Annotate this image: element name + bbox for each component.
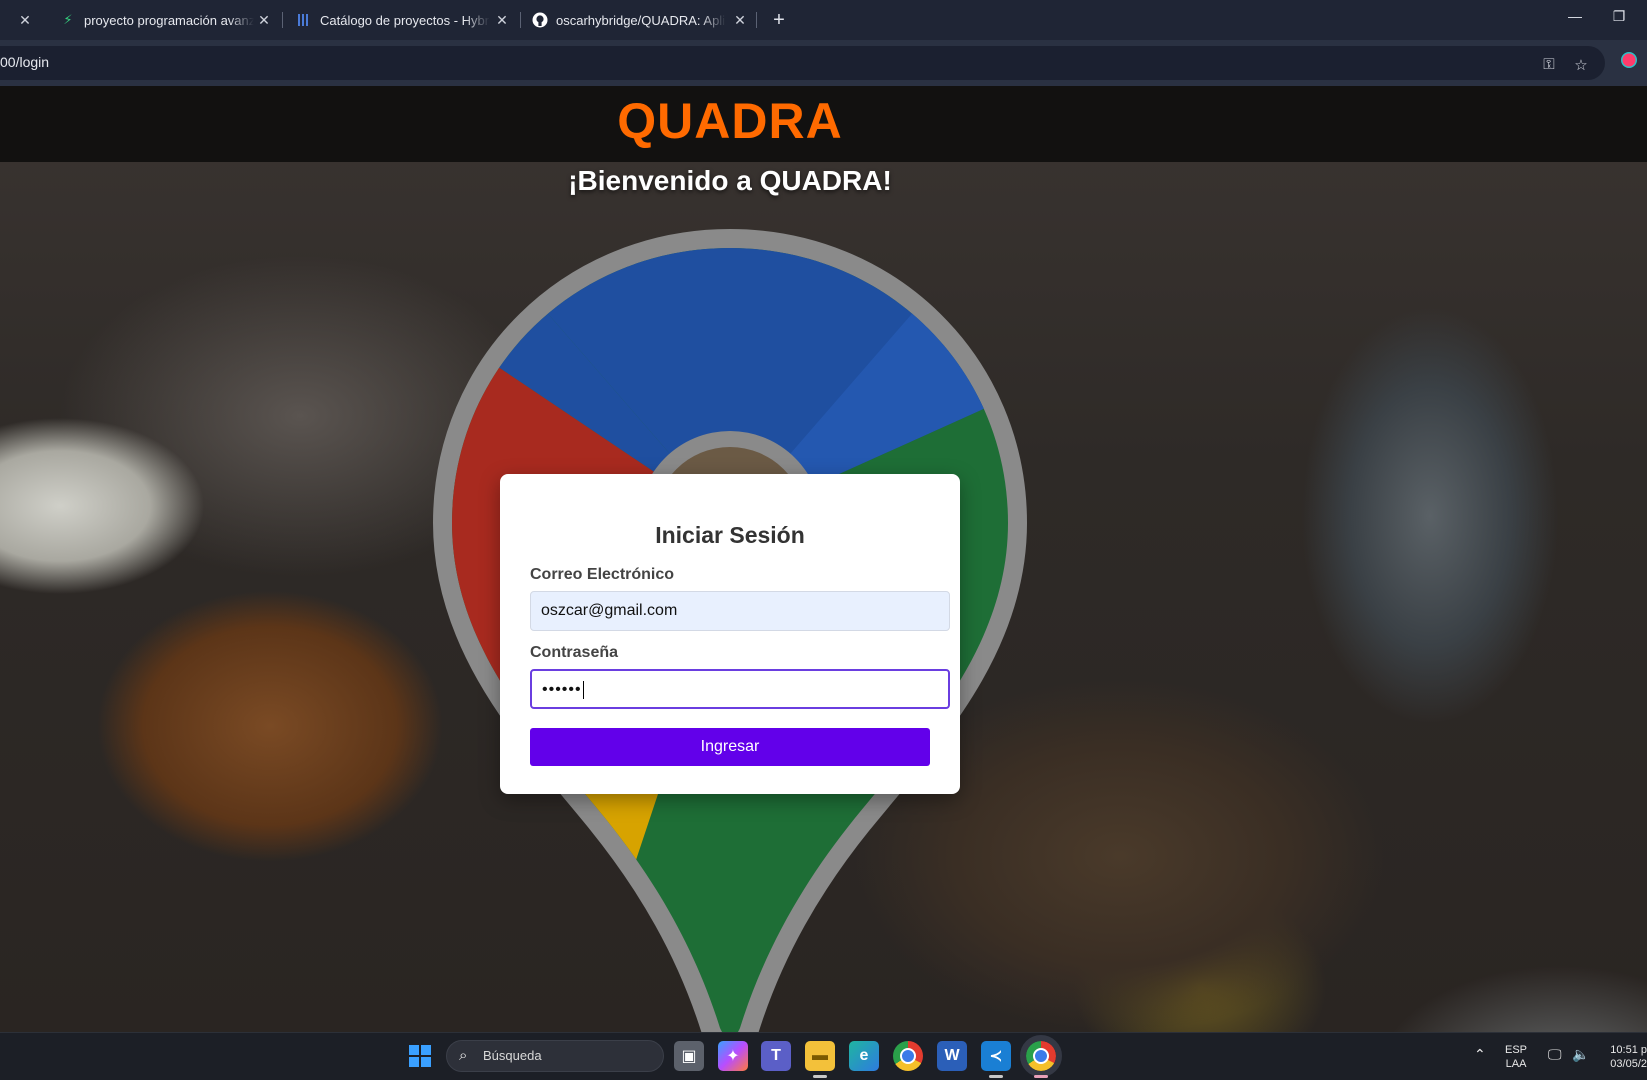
bolt-icon: ⚡ xyxy=(63,12,73,27)
login-title: Iniciar Sesión xyxy=(655,522,805,548)
chrome-icon[interactable] xyxy=(893,1041,923,1071)
password-label: Contraseña xyxy=(530,644,619,661)
close-tab-icon[interactable]: ✕ xyxy=(15,10,35,30)
welcome-heading: ¡Bienvenido a QUADRA! xyxy=(568,165,892,196)
text-caret xyxy=(582,680,584,699)
teams-icon[interactable]: T xyxy=(761,1041,791,1071)
email-label: Correo Electrónico xyxy=(530,566,675,583)
brand-title: QUADRA xyxy=(617,93,843,149)
tab-catalogo[interactable]: Catálogo de proyectos - Hybridge xyxy=(296,6,492,34)
copilot-icon[interactable]: ✦ xyxy=(718,1041,748,1071)
address-bar: 00/login ⚿ ☆ xyxy=(0,40,1647,86)
star-icon[interactable]: ☆ xyxy=(1570,56,1592,74)
catalog-icon xyxy=(296,12,312,28)
active-indicator xyxy=(989,1075,1003,1078)
key-icon[interactable]: ⚿ xyxy=(1538,56,1560,73)
vscode-icon[interactable]: ≺ xyxy=(981,1041,1011,1071)
new-tab-button[interactable]: + xyxy=(766,6,792,34)
search-placeholder: Búsqueda xyxy=(483,1048,542,1063)
chevron-up-icon[interactable]: ⌃ xyxy=(1474,1047,1486,1061)
taskbar-search[interactable]: ⌕ Búsqueda xyxy=(446,1040,664,1072)
github-icon xyxy=(532,12,548,28)
minimize-icon[interactable]: — xyxy=(1560,8,1590,24)
edge-icon[interactable]: e xyxy=(849,1041,879,1071)
network-icon[interactable]: 🖵 xyxy=(1548,1047,1562,1061)
password-input[interactable]: •••••• xyxy=(530,669,950,709)
page-viewport: QUADRA ¡Bienvenido a QUADRA! Iniciar Ses… xyxy=(0,86,1647,1032)
restore-icon[interactable]: ❐ xyxy=(1604,8,1634,25)
tab-separator xyxy=(282,12,283,28)
close-tab-icon[interactable]: ✕ xyxy=(730,10,750,30)
tab-proyecto[interactable]: ⚡ proyecto programación avanzada xyxy=(60,6,260,34)
tab-github[interactable]: oscarhybridge/QUADRA: Aplicación xyxy=(532,6,730,34)
tab-separator xyxy=(756,12,757,28)
url-field[interactable]: 00/login ⚿ ☆ xyxy=(0,46,1605,80)
word-icon[interactable]: W xyxy=(937,1041,967,1071)
search-icon: ⌕ xyxy=(459,1047,468,1064)
clock[interactable]: 10:51 p 03/05/2 xyxy=(1604,1043,1647,1071)
active-indicator xyxy=(813,1075,827,1078)
email-input[interactable]: oszcar@gmail.com xyxy=(530,591,950,631)
os-taskbar: ⌕ Búsqueda ▣ ✦ T ▬ e W ≺ ⌃ ESP LAA 🖵 🔈 1… xyxy=(0,1032,1647,1080)
active-indicator xyxy=(1034,1075,1048,1078)
windows-start-icon[interactable] xyxy=(405,1041,435,1071)
file-explorer-icon[interactable]: ▬ xyxy=(805,1041,835,1071)
chrome-profile-icon[interactable] xyxy=(1020,1035,1062,1077)
login-submit-button[interactable]: Ingresar xyxy=(530,728,930,766)
url-text: 00/login xyxy=(0,54,50,70)
task-view-icon[interactable]: ▣ xyxy=(674,1041,704,1071)
login-card: Iniciar Sesión Correo Electrónico oszcar… xyxy=(500,474,960,794)
page-header: QUADRA xyxy=(0,86,1647,162)
close-tab-icon[interactable]: ✕ xyxy=(492,10,512,30)
tab-separator xyxy=(520,12,521,28)
close-tab-icon[interactable]: ✕ xyxy=(254,10,274,30)
password-value: •••••• xyxy=(542,681,582,698)
volume-icon[interactable]: 🔈 xyxy=(1572,1047,1589,1061)
browser-tab-bar: ✕ ⚡ proyecto programación avanzada ✕ Cat… xyxy=(0,0,1647,40)
extension-icon[interactable] xyxy=(1621,52,1637,68)
language-indicator[interactable]: ESP LAA xyxy=(1505,1043,1527,1071)
